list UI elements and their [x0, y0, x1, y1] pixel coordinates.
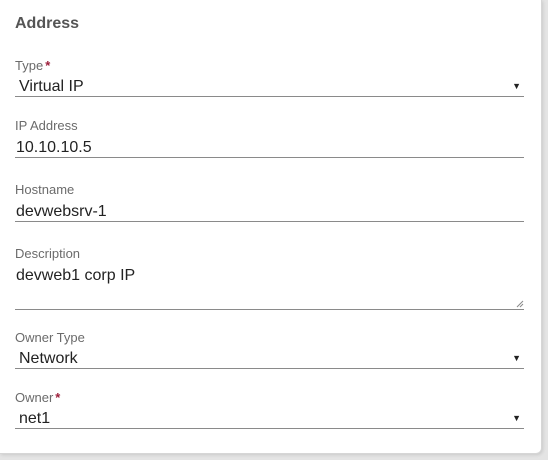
required-marker: *	[55, 390, 61, 405]
owner-field: Owner * net1 ▼	[15, 390, 524, 429]
description-textarea[interactable]: devweb1 corp IP	[15, 262, 524, 310]
ip-address-field: IP Address 10.10.10.5	[15, 118, 524, 158]
owner-select-value: net1	[19, 410, 51, 427]
hostname-input[interactable]: devwebsrv-1	[15, 198, 524, 222]
caret-down-icon: ▼	[512, 81, 521, 91]
description-label: Description	[15, 246, 81, 261]
type-field: Type * Virtual IP ▼	[15, 58, 524, 97]
required-marker: *	[45, 58, 51, 73]
owner-type-select-value: Network	[19, 350, 78, 367]
owner-label-text: Owner	[15, 390, 54, 405]
owner-type-label: Owner Type	[15, 330, 85, 345]
hostname-field: Hostname devwebsrv-1	[15, 182, 524, 222]
description-value: devweb1 corp IP	[16, 267, 136, 284]
caret-down-icon: ▼	[512, 413, 521, 423]
resize-grip-icon[interactable]	[516, 300, 524, 308]
owner-label: Owner *	[15, 390, 524, 406]
address-card: Address Type * Virtual IP ▼ IP Address 10…	[0, 0, 542, 454]
ip-address-input[interactable]: 10.10.10.5	[15, 134, 524, 158]
card-title: Address	[15, 15, 80, 32]
type-select-value: Virtual IP	[19, 78, 84, 95]
ip-address-label: IP Address	[15, 118, 78, 133]
description-field: Description devweb1 corp IP	[15, 246, 524, 310]
owner-type-select[interactable]: Network ▼	[15, 346, 524, 369]
type-label-text: Type	[15, 58, 44, 73]
hostname-value: devwebsrv-1	[16, 203, 107, 220]
caret-down-icon: ▼	[512, 353, 521, 363]
type-select[interactable]: Virtual IP ▼	[15, 74, 524, 97]
owner-type-field: Owner Type Network ▼	[15, 330, 524, 369]
owner-select[interactable]: net1 ▼	[15, 406, 524, 429]
ip-address-value: 10.10.10.5	[16, 139, 92, 156]
type-label: Type *	[15, 58, 524, 74]
hostname-label: Hostname	[15, 182, 75, 197]
